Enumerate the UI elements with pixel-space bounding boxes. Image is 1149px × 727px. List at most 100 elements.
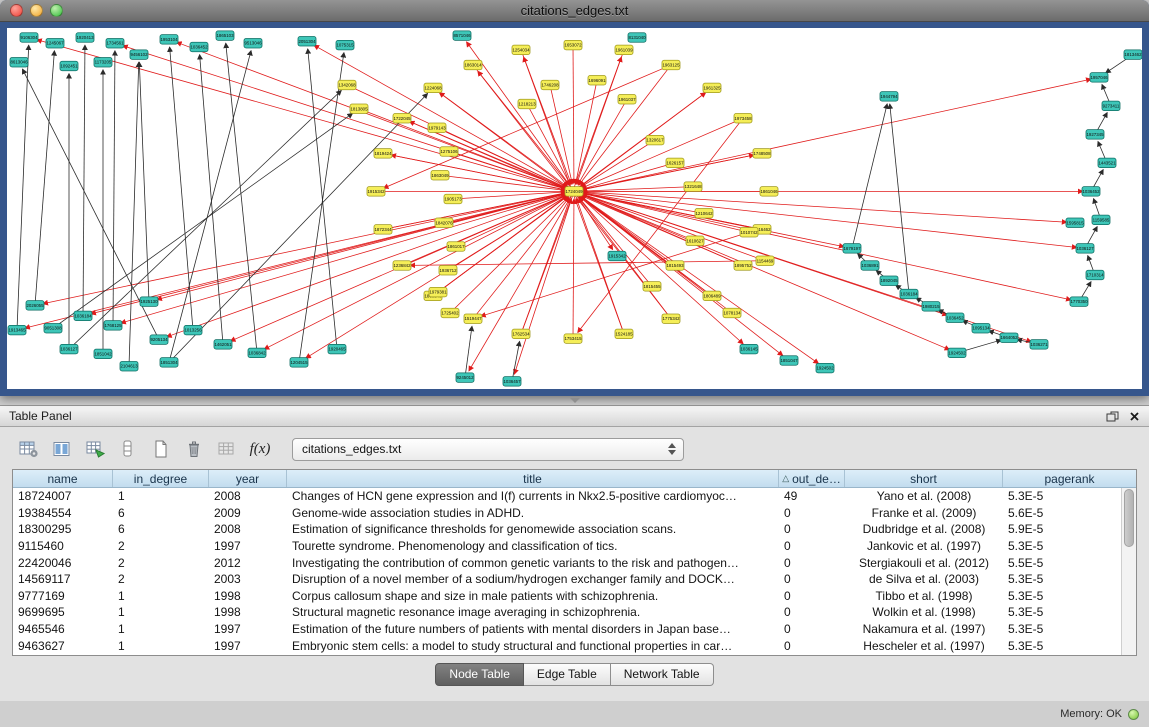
table-cell-title[interactable]: Estimation of the future numbers of pati…: [287, 622, 779, 636]
graph-node[interactable]: 1036127: [60, 344, 78, 354]
vertical-scrollbar[interactable]: [1121, 488, 1136, 655]
graph-node[interactable]: 1524185: [615, 329, 633, 339]
graph-node[interactable]: 1925130: [140, 297, 158, 307]
graph-node[interactable]: 1957046: [1090, 73, 1108, 83]
graph-node[interactable]: 8613046: [10, 57, 28, 66]
table-cell-pagerank[interactable]: 5.3E-5: [1003, 572, 1121, 586]
table-cell-short[interactable]: Yano et al. (2008): [845, 489, 1003, 503]
table-cell-in_degree[interactable]: 6: [113, 522, 209, 536]
graph-node[interactable]: 1746208: [541, 80, 559, 90]
table-row[interactable]: 1938455462009Genome-wide association stu…: [13, 505, 1121, 522]
table-cell-out_degree[interactable]: 0: [779, 556, 845, 570]
graph-node[interactable]: 1944794: [880, 92, 898, 102]
graph-edge[interactable]: [465, 326, 472, 377]
graph-node[interactable]: 1036452: [190, 42, 208, 52]
table-cell-year[interactable]: 1998: [209, 589, 287, 603]
graph-node[interactable]: 1519447: [464, 314, 482, 324]
graph-node[interactable]: 8131040: [628, 33, 646, 43]
graph-node[interactable]: 1696091: [588, 76, 606, 86]
graph-node[interactable]: 1036145: [740, 344, 758, 354]
graph-edge[interactable]: [121, 191, 574, 323]
graph-node[interactable]: 1036452: [946, 313, 964, 323]
table-cell-in_degree[interactable]: 2: [113, 572, 209, 586]
table-cell-out_degree[interactable]: 0: [779, 589, 845, 603]
graph-node[interactable]: 2051304: [298, 37, 316, 47]
graph-node[interactable]: 1851042: [94, 349, 112, 359]
graph-node[interactable]: 1036184: [74, 311, 92, 321]
column-header-short[interactable]: short: [845, 470, 1003, 487]
graph-node[interactable]: 1895752: [734, 261, 752, 271]
tab-node-table[interactable]: Node Table: [435, 663, 524, 686]
graph-node[interactable]: 1813805: [350, 104, 368, 114]
table-row[interactable]: 977716911998Corpus callosum shape and si…: [13, 588, 1121, 605]
table-cell-out_degree[interactable]: 0: [779, 622, 845, 636]
graph-edge[interactable]: [581, 140, 655, 187]
graph-node[interactable]: 9205134: [150, 335, 168, 345]
graph-node[interactable]: 1924502: [816, 363, 834, 373]
table-cell-short[interactable]: Tibbo et al. (1998): [845, 589, 1003, 603]
table-cell-in_degree[interactable]: 1: [113, 489, 209, 503]
graph-edge[interactable]: [157, 191, 574, 299]
graph-node[interactable]: 1595815: [1066, 218, 1084, 228]
graph-node[interactable]: 1865103: [216, 31, 234, 40]
graph-node[interactable]: 1173205: [94, 57, 112, 66]
tab-network-table[interactable]: Network Table: [611, 663, 714, 686]
graph-edge[interactable]: [580, 196, 675, 265]
table-cell-year[interactable]: 2008: [209, 522, 287, 536]
table-cell-short[interactable]: Stergiakouli et al. (2012): [845, 556, 1003, 570]
graph-edge[interactable]: [582, 193, 749, 232]
table-cell-pagerank[interactable]: 5.9E-5: [1003, 522, 1121, 536]
table-cell-pagerank[interactable]: 5.3E-5: [1003, 589, 1121, 603]
graph-node[interactable]: 9513046: [244, 38, 262, 48]
table-row[interactable]: 946554611997Estimation of the future num…: [13, 621, 1121, 638]
graph-edge[interactable]: [581, 118, 743, 188]
table-cell-pagerank[interactable]: 5.3E-5: [1003, 539, 1121, 553]
graph-node[interactable]: 1664052: [1000, 333, 1018, 343]
table-cell-out_degree[interactable]: 0: [779, 539, 845, 553]
graph-node[interactable]: 9051308: [44, 323, 62, 333]
graph-node[interactable]: 1953104: [160, 35, 178, 45]
tab-edge-table[interactable]: Edge Table: [524, 663, 611, 686]
table-cell-short[interactable]: Nakamura et al. (1997): [845, 622, 1003, 636]
edit-table-button[interactable]: [82, 437, 108, 461]
graph-node[interactable]: 1748508: [753, 149, 771, 159]
graph-node[interactable]: 1979381: [429, 287, 447, 297]
table-row[interactable]: 911546021997Tourette syndrome. Phenomeno…: [13, 538, 1121, 555]
graph-node[interactable]: 1819424: [374, 149, 392, 159]
graph-node[interactable]: 1679197: [843, 244, 861, 254]
table-cell-name[interactable]: 9777169: [13, 589, 113, 603]
graph-node[interactable]: 1218213: [518, 99, 536, 109]
graph-edge[interactable]: [514, 191, 574, 374]
graph-node[interactable]: 1725402: [441, 308, 459, 318]
table-cell-out_degree[interactable]: 49: [779, 489, 845, 503]
graph-node[interactable]: 1095134: [972, 323, 990, 333]
graph-node[interactable]: 1722045: [393, 114, 411, 124]
graph-node[interactable]: 1653072: [564, 40, 582, 50]
graph-edge[interactable]: [37, 40, 574, 192]
import-table-button[interactable]: [214, 437, 240, 461]
table-cell-title[interactable]: Corpus callosum shape and size in male p…: [287, 589, 779, 603]
graph-edge[interactable]: [582, 187, 693, 191]
graph-node[interactable]: 1092451: [60, 61, 78, 71]
close-window-button[interactable]: [10, 4, 23, 17]
graph-node[interactable]: 1462051: [214, 340, 232, 350]
table-cell-short[interactable]: Franke et al. (2009): [845, 506, 1003, 520]
graph-node[interactable]: 1036457: [503, 377, 521, 387]
graph-node[interactable]: 2104613: [120, 361, 138, 371]
graph-edge[interactable]: [890, 104, 909, 294]
graph-edge[interactable]: [83, 45, 85, 316]
table-cell-pagerank[interactable]: 5.6E-5: [1003, 506, 1121, 520]
graph-edge[interactable]: [299, 53, 344, 363]
graph-node[interactable]: 9245012: [456, 373, 474, 383]
graph-node[interactable]: 1980215: [922, 302, 940, 312]
table-cell-name[interactable]: 18724007: [13, 489, 113, 503]
graph-node[interactable]: 1734561: [106, 38, 124, 48]
graph-edge[interactable]: [200, 55, 223, 345]
table-settings-button[interactable]: [16, 437, 42, 461]
graph-node[interactable]: 1851047: [780, 356, 798, 366]
graph-node[interactable]: 1915342: [608, 251, 626, 261]
function-builder-button[interactable]: f(x): [247, 437, 273, 461]
graph-node[interactable]: 1236842: [393, 261, 411, 271]
graph-node[interactable]: 1861017: [447, 242, 465, 252]
column-header-name[interactable]: name: [13, 470, 113, 487]
